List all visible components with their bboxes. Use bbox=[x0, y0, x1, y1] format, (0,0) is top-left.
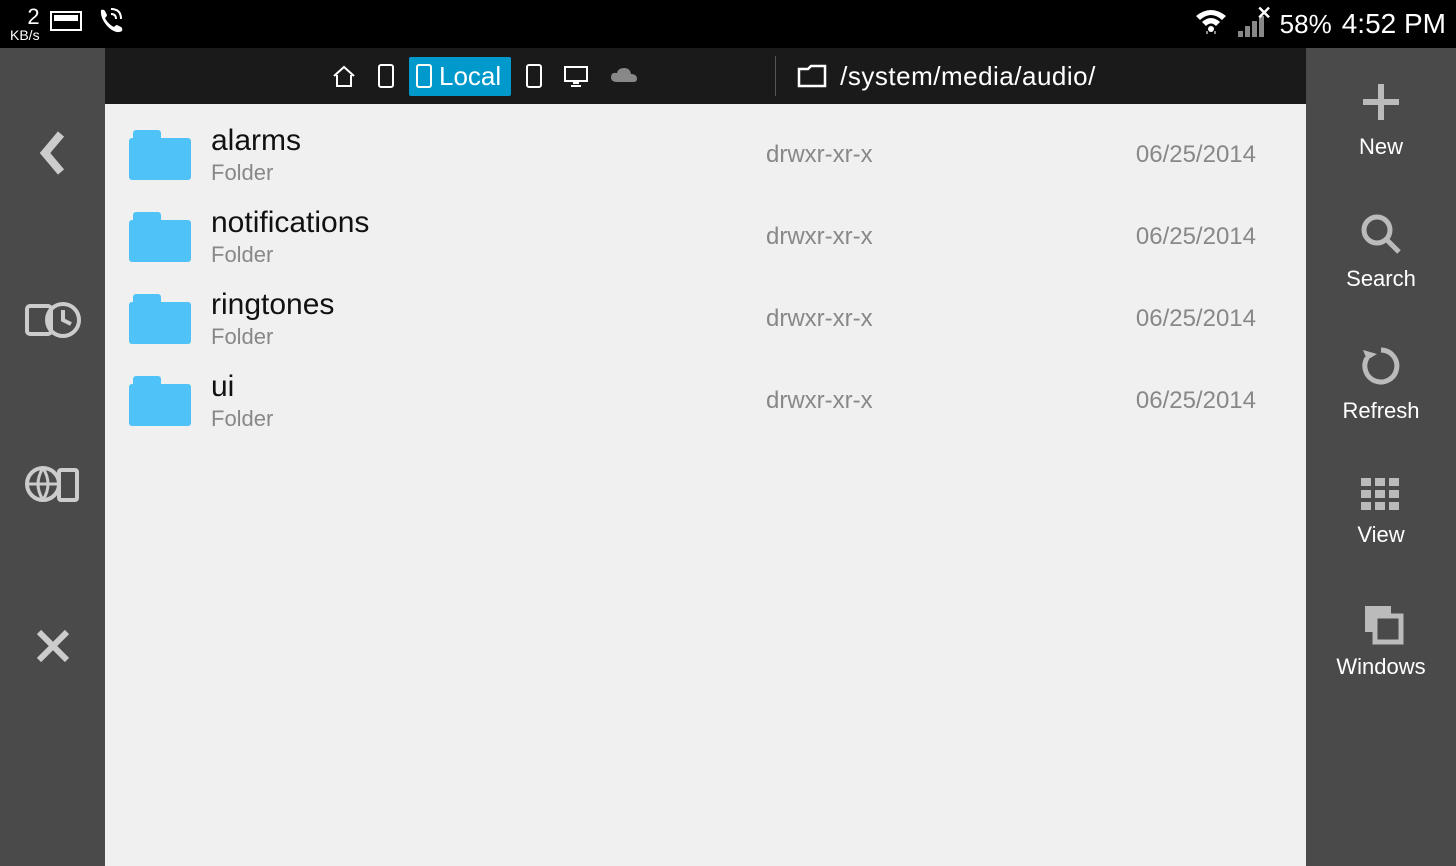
battery-percent: 58% bbox=[1280, 9, 1332, 40]
location-toolbar: Local /system/media/audio/ bbox=[105, 48, 1306, 104]
net-speed-unit: KB/s bbox=[10, 28, 40, 42]
local-tab[interactable]: Local bbox=[409, 57, 511, 96]
list-item[interactable]: ui Folder drwxr-xr-x 06/25/2014 bbox=[105, 360, 1306, 442]
file-name: ringtones bbox=[211, 288, 334, 322]
file-date: 06/25/2014 bbox=[1086, 223, 1256, 251]
search-label: Search bbox=[1346, 266, 1416, 292]
folder-icon bbox=[129, 376, 191, 426]
search-button[interactable]: Search bbox=[1346, 210, 1416, 292]
phone-icon bbox=[94, 6, 124, 42]
new-label: New bbox=[1359, 134, 1403, 160]
toolbar-divider bbox=[775, 56, 776, 96]
folder-icon bbox=[129, 212, 191, 262]
file-list: alarms Folder drwxr-xr-x 06/25/2014 noti… bbox=[105, 104, 1306, 452]
network-speed: 2 KB/s bbox=[10, 6, 40, 42]
net-speed-value: 2 bbox=[27, 6, 39, 28]
file-date: 06/25/2014 bbox=[1086, 305, 1256, 333]
file-type: Folder bbox=[211, 406, 273, 432]
list-item[interactable]: alarms Folder drwxr-xr-x 06/25/2014 bbox=[105, 114, 1306, 196]
file-permissions: drwxr-xr-x bbox=[766, 305, 1086, 333]
new-button[interactable]: New bbox=[1357, 78, 1405, 160]
home-tab-icon[interactable] bbox=[325, 60, 363, 92]
file-date: 06/25/2014 bbox=[1086, 141, 1256, 169]
file-type: Folder bbox=[211, 160, 301, 186]
file-type: Folder bbox=[211, 324, 334, 350]
main-panel: Local /system/media/audio/ bbox=[105, 48, 1306, 866]
network-devices-button[interactable] bbox=[25, 462, 81, 506]
refresh-label: Refresh bbox=[1342, 398, 1419, 424]
list-item[interactable]: ringtones Folder drwxr-xr-x 06/25/2014 bbox=[105, 278, 1306, 360]
file-permissions: drwxr-xr-x bbox=[766, 223, 1086, 251]
path-bar[interactable]: /system/media/audio/ bbox=[796, 61, 1096, 92]
file-name: ui bbox=[211, 370, 273, 404]
windows-button[interactable]: Windows bbox=[1336, 598, 1425, 680]
wifi-icon bbox=[1194, 8, 1228, 40]
view-button[interactable]: View bbox=[1357, 474, 1405, 548]
view-label: View bbox=[1357, 522, 1404, 548]
history-button[interactable] bbox=[25, 298, 81, 342]
left-sidebar bbox=[0, 48, 105, 866]
no-signal-x-icon: ✕ bbox=[1257, 3, 1272, 24]
signal-icon: ✕ bbox=[1238, 11, 1270, 37]
status-bar: 2 KB/s ✕ 58% 4:52 PM bbox=[0, 0, 1456, 48]
right-sidebar: New Search Refresh View Windows bbox=[1306, 48, 1456, 866]
refresh-button[interactable]: Refresh bbox=[1342, 342, 1419, 424]
windows-label: Windows bbox=[1336, 654, 1425, 680]
device-tab-icon[interactable] bbox=[371, 59, 401, 93]
current-path: /system/media/audio/ bbox=[840, 61, 1096, 92]
folder-icon bbox=[129, 294, 191, 344]
file-name: alarms bbox=[211, 124, 301, 158]
file-permissions: drwxr-xr-x bbox=[766, 141, 1086, 169]
sdcard-tab-icon[interactable] bbox=[519, 59, 549, 93]
file-type: Folder bbox=[211, 242, 369, 268]
screen-icon bbox=[50, 9, 84, 39]
list-item[interactable]: notifications Folder drwxr-xr-x 06/25/20… bbox=[105, 196, 1306, 278]
file-permissions: drwxr-xr-x bbox=[766, 387, 1086, 415]
file-name: notifications bbox=[211, 206, 369, 240]
file-date: 06/25/2014 bbox=[1086, 387, 1256, 415]
computer-tab-icon[interactable] bbox=[557, 61, 595, 91]
close-button[interactable] bbox=[33, 626, 73, 666]
folder-outline-icon bbox=[796, 63, 828, 89]
cloud-tab-icon[interactable] bbox=[603, 62, 645, 90]
back-button[interactable] bbox=[33, 128, 73, 178]
folder-icon bbox=[129, 130, 191, 180]
clock-time: 4:52 PM bbox=[1342, 8, 1446, 40]
local-tab-icon bbox=[415, 63, 433, 89]
local-tab-label: Local bbox=[439, 61, 501, 92]
